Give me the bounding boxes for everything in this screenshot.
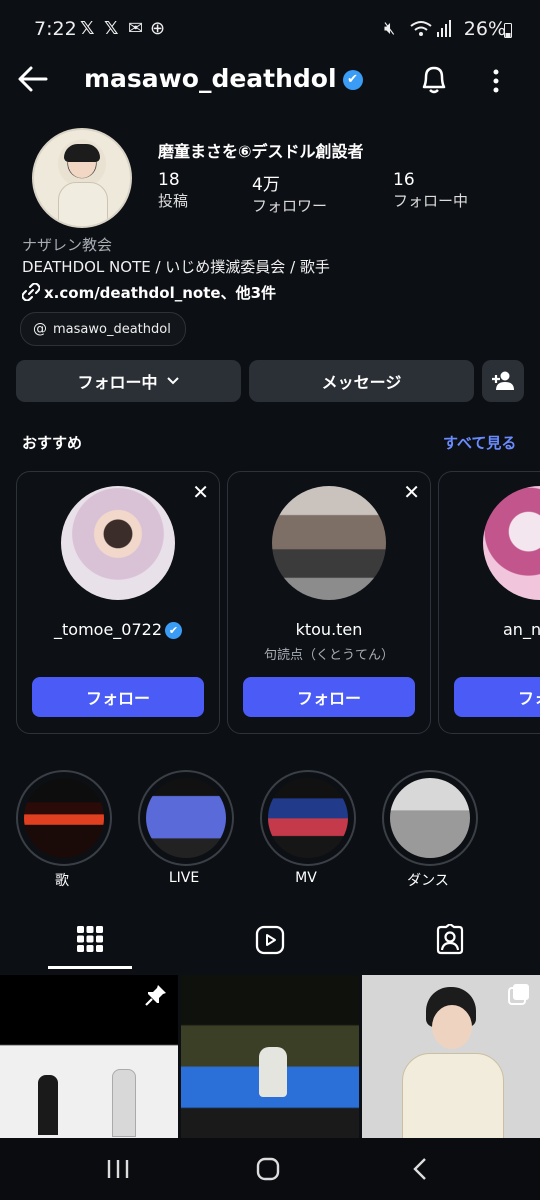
username-text: masawo_deathdol [84,64,337,93]
pin-icon [145,985,166,1006]
suggested-avatar[interactable] [61,486,175,600]
stat-posts[interactable]: 18 投稿 [158,170,188,211]
mute-icon: 🔇︎ [384,18,396,39]
suggested-subtitle: 句読点（くとうてん） [263,648,394,663]
tagged-icon[interactable] [435,924,465,956]
message-button[interactable]: メッセージ [249,360,474,402]
suggested-title: おすすめ [22,434,83,452]
highlight-circle[interactable] [16,770,112,866]
profile-category: ナザレン教会 [22,236,113,254]
more-options-icon[interactable] [486,66,506,96]
stat-value: 4万 [252,175,280,195]
add-person-icon [492,371,514,390]
stat-value: 16 [393,170,415,190]
highlight-label: LIVE [168,870,200,886]
suggested-name[interactable]: _tomoe_0722 ✔ [17,620,219,639]
profile-link[interactable]: x.com/deathdol_note、他3件 [21,282,277,303]
x-icon: 𝕏 [104,18,119,39]
highlight-circle[interactable] [260,770,356,866]
signal-icon [437,20,451,37]
system-nav-bar [0,1138,540,1200]
following-button-label: フォロー中 [77,373,158,392]
carousel-icon [508,984,529,1005]
suggested-avatar[interactable] [272,486,386,600]
suggested-card: ✕ _tomoe_0722 ✔ フォロー [16,471,220,734]
header-username: masawo_deathdol ✔ [84,64,363,93]
stat-followers[interactable]: 4万 フォロワー [252,170,327,216]
see-all-link[interactable]: すべて見る [443,432,516,453]
stat-following[interactable]: 16 フォロー中 [393,170,468,211]
profile-avatar[interactable] [32,128,132,228]
profile-tabs [0,915,540,971]
suggested-name[interactable]: an_ny [503,620,540,639]
back-arrow-icon[interactable] [16,62,50,96]
profile-link-text: x.com/deathdol_note、他3件 [44,284,277,302]
verified-badge-icon: ✔ [342,70,363,90]
recent-apps-icon[interactable] [106,1158,130,1180]
threads-handle: masawo_deathdol [53,321,171,337]
link-icon [21,282,41,302]
message-button-label: メッセージ [321,373,402,392]
highlight-circle[interactable] [138,770,234,866]
profile-bio: DEATHDOL NOTE / いじめ撲滅委員会 / 歌手 [22,258,330,276]
home-icon[interactable] [256,1157,280,1181]
suggested-name[interactable]: ktou.ten [228,620,430,639]
status-time: 7:22 [34,18,77,40]
following-button[interactable]: フォロー中 [16,360,241,402]
post-thumbnail[interactable] [181,975,359,1140]
bell-icon[interactable] [418,62,450,96]
chevron-down-icon [166,377,179,385]
wifi-icon [410,21,432,36]
add-person-button[interactable] [482,360,524,402]
highlight-label: ダンス [407,873,449,889]
x-icon: 𝕏 [80,18,95,39]
stat-label: フォロワー [252,197,328,215]
close-icon[interactable]: ✕ [192,480,209,504]
suggested-avatar[interactable] [483,486,540,600]
battery-icon [504,23,512,38]
suggested-card: ✕ ktou.ten 句読点（くとうてん） フォロー [227,471,431,734]
follow-button[interactable]: フォロー [32,677,204,717]
globe-icon: ⊕ [150,18,166,39]
highlight-circle[interactable] [382,770,478,866]
stat-label: フォロー中 [393,192,469,210]
active-tab-indicator [48,966,132,969]
reels-icon[interactable] [255,925,285,955]
stat-label: 投稿 [158,192,189,210]
suggested-name-text: _tomoe_0722 [54,620,162,639]
close-icon[interactable]: ✕ [403,480,420,504]
follow-button[interactable]: フォ [454,677,540,717]
highlight-label: 歌 [55,873,69,889]
threads-icon: @ [33,321,47,337]
verified-badge-icon: ✔ [165,622,182,639]
profile-header: masawo_deathdol ✔ [0,58,540,106]
display-name: 磨童まさを⑥デスドル創設者 [158,142,364,161]
suggested-card: an_ny フォ [438,471,540,734]
stat-value: 18 [158,170,180,190]
back-nav-icon[interactable] [410,1157,430,1181]
highlight-label: MV [295,870,317,886]
post-thumbnail[interactable] [362,975,540,1140]
status-bar: 7:22 𝕏 𝕏 ✉ ⊕ 🔇︎ 26% [0,0,540,60]
mail-icon: ✉ [128,18,144,39]
battery-text: 26% [463,18,506,40]
threads-badge[interactable]: @ masawo_deathdol [20,312,186,346]
follow-button[interactable]: フォロー [243,677,415,717]
post-thumbnail[interactable] [0,975,178,1140]
grid-icon[interactable] [76,925,104,953]
